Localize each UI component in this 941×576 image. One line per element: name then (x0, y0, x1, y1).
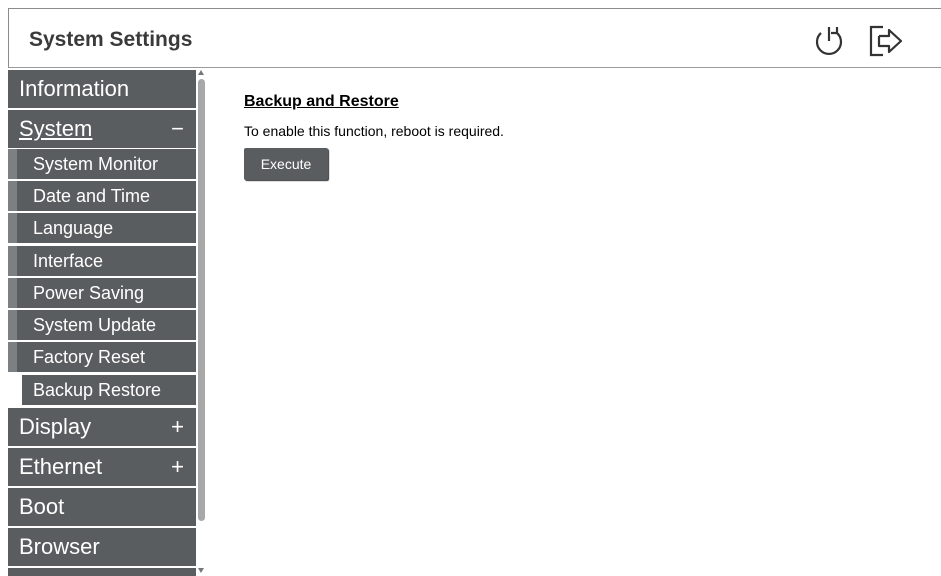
section-title: Backup and Restore (244, 93, 399, 110)
sidebar-item-label: System (19, 116, 93, 141)
sidebar-subitem-system-monitor[interactable]: System Monitor (8, 149, 196, 179)
section-description: To enable this function, reboot is requi… (244, 123, 504, 139)
sidebar: Information System − System Monitor Date… (8, 68, 196, 576)
subitem-active-indicator (8, 375, 22, 405)
sidebar-subitem-label: Factory Reset (33, 347, 146, 367)
sidebar-scrollbar[interactable] (196, 68, 207, 576)
sidebar-subitem-label: Language (33, 218, 114, 238)
collapse-icon[interactable]: − (171, 110, 184, 148)
sidebar-subitem-date-time[interactable]: Date and Time (8, 181, 196, 211)
execute-button[interactable]: Execute (244, 148, 328, 180)
sidebar-item-system[interactable]: System − (8, 110, 196, 148)
subitem-indicator (8, 342, 17, 372)
scrollbar-thumb[interactable] (198, 79, 205, 521)
sidebar-item-partial (8, 568, 196, 576)
sidebar-subitem-language[interactable]: Language (8, 213, 196, 243)
subitem-indicator (8, 181, 17, 211)
sidebar-subitem-label: System Monitor (33, 154, 159, 174)
sidebar-item-browser[interactable]: Browser (8, 528, 196, 566)
sidebar-subitem-label: Backup Restore (33, 380, 162, 400)
sidebar-subitem-system-update[interactable]: System Update (8, 310, 196, 340)
sidebar-subitem-backup-restore[interactable]: Backup Restore (8, 375, 196, 405)
sidebar-subitem-interface[interactable]: Interface (8, 246, 196, 276)
sidebar-item-label: Browser (19, 534, 100, 559)
sidebar-subitem-power-saving[interactable]: Power Saving (8, 278, 196, 308)
scroll-down-arrow-icon[interactable] (198, 568, 204, 573)
main-content: Backup and Restore To enable this functi… (207, 68, 941, 576)
sidebar-subitem-label: Interface (33, 251, 104, 271)
expand-icon[interactable]: + (171, 408, 184, 446)
sidebar-item-label: Information (19, 76, 130, 101)
sidebar-subitem-label: Date and Time (33, 186, 151, 206)
sidebar-subitem-factory-reset[interactable]: Factory Reset (8, 342, 196, 372)
subitem-indicator (8, 246, 17, 276)
sidebar-subitem-label: Power Saving (33, 283, 145, 303)
sidebar-item-display[interactable]: Display + (8, 408, 196, 446)
scroll-up-arrow-icon[interactable] (198, 70, 204, 75)
sidebar-item-label: Boot (19, 494, 65, 519)
sidebar-item-ethernet[interactable]: Ethernet + (8, 448, 196, 486)
page-title: System Settings (29, 28, 193, 51)
sidebar-subitem-label: System Update (33, 315, 157, 335)
subitem-indicator (8, 213, 17, 243)
sidebar-item-information[interactable]: Information (8, 70, 196, 108)
subitem-indicator (8, 149, 17, 179)
sidebar-item-boot[interactable]: Boot (8, 488, 196, 526)
subitem-indicator (8, 278, 17, 308)
subitem-indicator (8, 310, 17, 340)
power-restart-icon[interactable] (809, 21, 849, 61)
sidebar-item-label: Ethernet (19, 454, 103, 479)
expand-icon[interactable]: + (171, 448, 184, 486)
header-bar: System Settings (8, 8, 941, 68)
sidebar-item-label: Display (19, 414, 92, 439)
logout-icon[interactable] (865, 21, 905, 61)
